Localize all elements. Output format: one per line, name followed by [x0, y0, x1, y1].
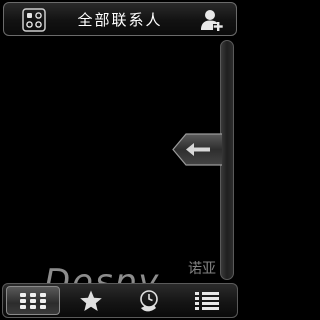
- add-contact-icon: [201, 10, 223, 31]
- tab-call-log[interactable]: [122, 286, 176, 315]
- tab-more[interactable]: [180, 286, 234, 315]
- alphabet-scrollbar[interactable]: [220, 40, 234, 280]
- list-menu-icon: [195, 291, 219, 310]
- tab-favorites[interactable]: [64, 286, 118, 315]
- bottom-tab-bar: [2, 283, 238, 318]
- add-contact-button[interactable]: [200, 8, 224, 32]
- arrow-left-icon: [172, 133, 222, 166]
- tab-contacts[interactable]: [6, 286, 60, 315]
- top-bar: 全部联系人: [3, 2, 237, 36]
- star-favorites-icon: [80, 290, 102, 311]
- watermark-cn-text: 诺亚: [188, 261, 216, 277]
- call-log-icon: [140, 289, 158, 311]
- side-pull-tab[interactable]: [172, 133, 222, 166]
- keypad-grid-icon: [20, 292, 46, 309]
